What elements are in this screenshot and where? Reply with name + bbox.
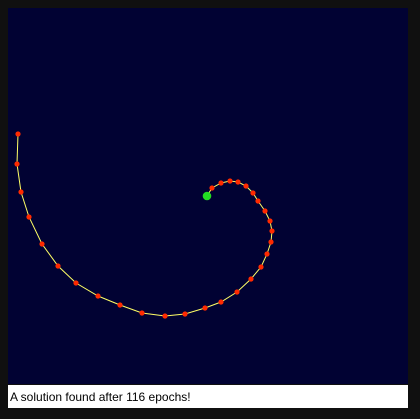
spiral-node [250,190,256,196]
spiral-node [255,198,261,204]
spiral-node [218,180,224,186]
start-node [202,191,212,201]
spiral-path [16,133,273,317]
spiral-node [14,161,20,167]
spiral-drawing [14,131,275,319]
spiral-node [73,280,79,286]
spiral-node [258,264,264,270]
spiral-node [234,289,240,295]
spiral-node [202,305,208,311]
spiral-node [55,263,61,269]
status-message: A solution found after 116 epochs! [10,390,191,404]
spiral-node [264,251,270,257]
spiral-node [268,239,274,245]
spiral-node [235,179,241,185]
spiral-node [162,313,168,319]
spiral-node [209,185,215,191]
spiral-node [139,310,145,316]
spiral-node [182,311,188,317]
spiral-canvas[interactable] [8,8,408,384]
spiral-node [218,299,224,305]
status-bar: A solution found after 116 epochs! [8,385,408,408]
spiral-node [243,183,249,189]
spiral-node [15,131,21,137]
spiral-node [267,218,273,224]
spiral-node [39,241,45,247]
spiral-node [117,302,123,308]
spiral-node [269,228,275,234]
spiral-node [18,189,24,195]
spiral-node [248,276,254,282]
spiral-node [26,214,32,220]
app-window: A solution found after 116 epochs! [0,0,420,419]
spiral-node [95,293,101,299]
spiral-node [227,178,233,184]
spiral-node [262,208,268,214]
